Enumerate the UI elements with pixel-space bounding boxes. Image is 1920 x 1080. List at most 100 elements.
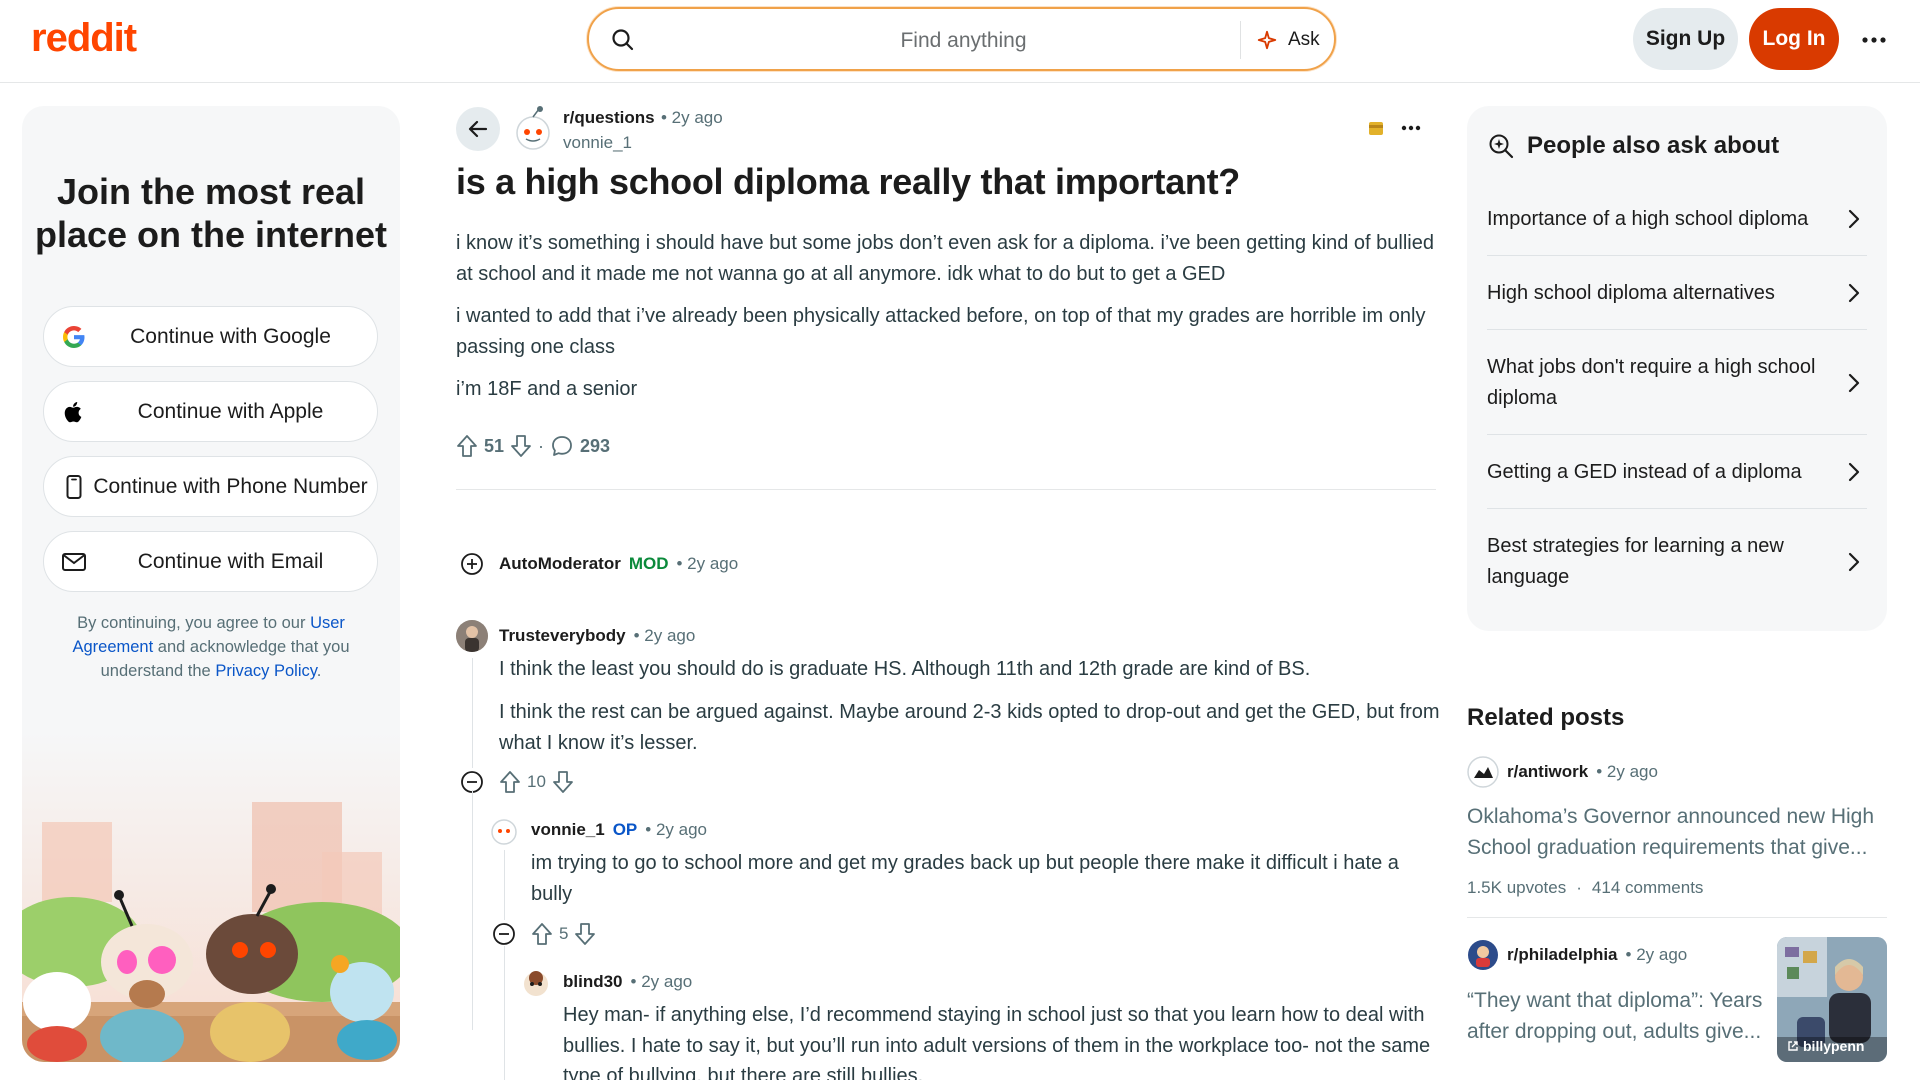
subreddit-avatar[interactable] (512, 105, 554, 153)
comment-count[interactable]: 293 (580, 436, 610, 457)
chevron-right-icon (1847, 282, 1861, 304)
comment-author[interactable]: blind30 (563, 972, 623, 992)
continue-with-apple-button[interactable]: Continue with Apple (43, 381, 378, 442)
chevron-right-icon (1847, 461, 1861, 483)
more-options-icon[interactable] (1860, 26, 1888, 54)
thread-line[interactable] (504, 850, 505, 920)
search-bar[interactable]: Find anything Ask (587, 7, 1336, 71)
related-comments: 414 comments (1591, 878, 1704, 897)
post-paragraph: i wanted to add that i’ve already been p… (456, 305, 1426, 358)
question-text: What jobs don't require a high school di… (1487, 356, 1816, 409)
comment-score: 5 (559, 924, 569, 943)
related-posts-title: Related posts (1467, 704, 1625, 731)
related-post-meta: r/philadelphia • 2y ago (1467, 939, 1687, 971)
collapse-comment-icon[interactable] (492, 922, 516, 946)
related-subreddit[interactable]: r/philadelphia (1507, 945, 1618, 965)
people-also-ask-title: People also ask about (1527, 132, 1780, 159)
question-text: High school diploma alternatives (1487, 282, 1775, 304)
signup-card: Join the most real place on the internet… (22, 106, 400, 1062)
post-title: is a high school diploma really that imp… (456, 161, 1241, 202)
thread-line[interactable] (472, 790, 473, 1030)
related-subreddit[interactable]: r/antiwork (1507, 762, 1588, 782)
chevron-right-icon (1847, 551, 1861, 573)
downvote-icon[interactable] (574, 922, 596, 946)
post-paragraph: i know it’s something i should have but … (456, 232, 1434, 285)
downvote-icon[interactable] (552, 770, 574, 794)
related-question[interactable]: What jobs don't require a high school di… (1487, 330, 1867, 435)
related-divider (1467, 917, 1887, 918)
question-text: Importance of a high school diploma (1487, 208, 1809, 230)
top-bar: reddit Find anything Ask Sign Up Log In (0, 0, 1920, 83)
question-text: Getting a GED instead of a diploma (1487, 461, 1802, 483)
comment-vote-bar: 5 (531, 921, 596, 947)
comment-time: • 2y ago (633, 626, 696, 645)
comment-score: 10 (527, 772, 546, 791)
ask-button[interactable]: Ask (1256, 25, 1320, 55)
post-paragraph: i’m 18F and a senior (456, 378, 638, 400)
comment-meta: Trusteverybody • 2y ago (499, 624, 695, 648)
comment-author[interactable]: Trusteverybody (499, 626, 626, 646)
search-placeholder[interactable]: Find anything (589, 29, 1338, 53)
comment-paragraph: im trying to go to school more and get m… (531, 852, 1399, 905)
comment-meta: AutoModerator MOD • 2y ago (499, 552, 738, 576)
upvote-icon[interactable] (499, 770, 521, 794)
avatar[interactable] (456, 620, 488, 652)
post-time: • 2y ago (661, 108, 723, 127)
people-also-ask-card: People also ask about Importance of a hi… (1467, 106, 1887, 631)
comment-author[interactable]: AutoModerator (499, 554, 621, 574)
comment-icon[interactable] (550, 434, 574, 458)
post-vote-bar: 51 · 293 (456, 433, 610, 459)
comment-paragraph: I think the rest can be argued against. … (499, 701, 1440, 754)
thread-line[interactable] (472, 658, 473, 768)
subreddit-name[interactable]: r/questions (563, 108, 655, 128)
log-in-button[interactable]: Log In (1749, 8, 1839, 70)
terms-prefix: By continuing, you agree to our (77, 614, 306, 632)
continue-with-email-button[interactable]: Continue with Email (43, 531, 378, 592)
back-button[interactable] (456, 107, 500, 151)
continue-with-google-button[interactable]: Continue with Google (43, 306, 378, 367)
signup-title: Join the most real place on the internet (34, 171, 388, 255)
related-time: • 2y ago (1625, 945, 1688, 964)
related-question[interactable]: Best strategies for learning a new langu… (1487, 509, 1867, 615)
thumbnail-source: billypenn (1787, 1038, 1864, 1054)
comment-meta: blind30 • 2y ago (563, 970, 692, 994)
related-question[interactable]: Getting a GED instead of a diploma (1487, 435, 1867, 509)
comment-paragraph: Hey man- if anything else, I’d recommend… (563, 1004, 1431, 1080)
comment-meta: vonnie_1 OP • 2y ago (531, 818, 707, 842)
related-post-headline[interactable]: Oklahoma’s Governor announced new High S… (1467, 801, 1877, 863)
thread-line[interactable] (504, 946, 505, 1080)
related-question[interactable]: High school diploma alternatives (1487, 256, 1867, 330)
comment-paragraph: I think the least you should do is gradu… (499, 658, 1311, 680)
search-divider (1240, 21, 1241, 59)
related-post-stats: 1.5K upvotes · 414 comments (1467, 878, 1703, 898)
comment-author[interactable]: vonnie_1 (531, 820, 605, 840)
upvote-icon[interactable] (456, 434, 478, 458)
chevron-right-icon (1847, 208, 1861, 230)
search-sparkle-icon (1487, 132, 1515, 160)
subreddit-avatar[interactable] (1467, 756, 1499, 788)
post-more-icon[interactable] (1401, 124, 1421, 132)
downvote-icon[interactable] (510, 434, 532, 458)
avatar[interactable] (520, 966, 552, 998)
comment-time: • 2y ago (630, 972, 693, 991)
sparkle-icon (1256, 29, 1278, 51)
post-score: 51 (484, 435, 505, 456)
related-post-headline[interactable]: “They want that diploma”: Years after dr… (1467, 985, 1767, 1047)
upvote-icon[interactable] (531, 922, 553, 946)
question-text: Best strategies for learning a new langu… (1487, 535, 1784, 588)
external-link-icon (1787, 1040, 1799, 1052)
related-post-thumbnail[interactable]: billypenn (1777, 937, 1887, 1062)
award-icon[interactable] (1367, 119, 1385, 137)
terms-text: By continuing, you agree to our User Agr… (52, 611, 370, 683)
subreddit-avatar[interactable] (1467, 939, 1499, 971)
avatar[interactable] (488, 814, 520, 846)
post-author[interactable]: vonnie_1 (563, 133, 632, 153)
post-divider (456, 489, 1436, 490)
thumbnail-label: billypenn (1803, 1038, 1865, 1054)
related-question[interactable]: Importance of a high school diploma (1487, 182, 1867, 256)
sign-up-button[interactable]: Sign Up (1633, 8, 1738, 70)
expand-comment-icon[interactable] (460, 552, 484, 576)
privacy-policy-link[interactable]: Privacy Policy (215, 662, 316, 680)
continue-with-phone-button[interactable]: Continue with Phone Number (43, 456, 378, 517)
reddit-logo[interactable]: reddit (31, 16, 137, 61)
